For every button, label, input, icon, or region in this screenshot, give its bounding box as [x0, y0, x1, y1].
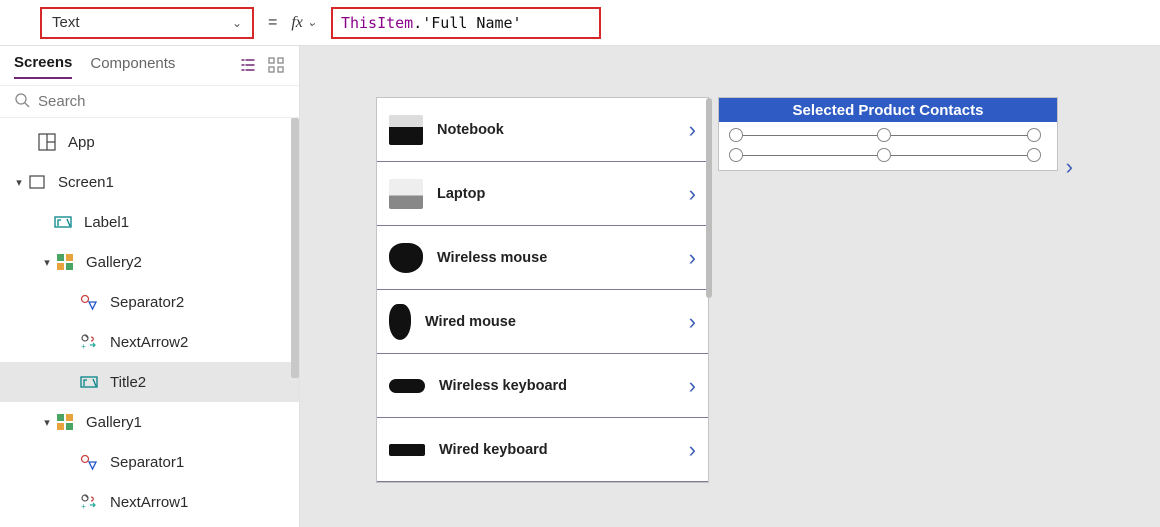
list-view-icon[interactable] — [239, 56, 257, 77]
gallery-row[interactable]: Wired mouse › — [377, 290, 708, 354]
gallery-row[interactable]: Notebook › — [377, 98, 708, 162]
separator-icon — [78, 451, 100, 473]
gallery-scrollbar[interactable] — [706, 98, 712, 482]
tree-item-label: Gallery2 — [86, 254, 142, 271]
nextarrow-icon: + — [78, 331, 100, 353]
chevron-right-icon[interactable]: › — [689, 181, 696, 207]
contacts-template-skeleton: › — [719, 122, 1057, 170]
tree-item-label: App — [68, 134, 95, 151]
product-image-icon — [389, 379, 425, 393]
svg-text:+: + — [81, 342, 86, 351]
chevron-down-icon: ⌄ — [232, 16, 242, 30]
product-label: Wireless mouse — [437, 250, 689, 266]
gallery-contacts[interactable]: Selected Product Contacts › — [718, 97, 1058, 171]
tree-item-label: Title2 — [110, 374, 146, 391]
canvas[interactable]: Notebook › Laptop › Wireless mouse › Wir… — [300, 46, 1160, 527]
tree-item-nextarrow1[interactable]: + NextArrow1 — [0, 482, 299, 522]
separator-icon — [78, 291, 100, 313]
gallery-products[interactable]: Notebook › Laptop › Wireless mouse › Wir… — [376, 97, 709, 483]
chevron-right-icon[interactable]: › — [689, 373, 696, 399]
tree-item-label: NextArrow2 — [110, 334, 188, 351]
product-label: Notebook — [437, 122, 689, 138]
search-icon — [14, 92, 30, 111]
tree-item-gallery1[interactable]: ▾ Gallery1 — [0, 402, 299, 442]
tree-search[interactable] — [0, 85, 299, 118]
tree-item-screen1[interactable]: ▾ Screen1 — [0, 162, 299, 202]
product-label: Laptop — [437, 186, 689, 202]
property-dropdown[interactable]: Text ⌄ — [40, 7, 254, 39]
gallery-icon — [54, 251, 76, 273]
formula-object: ThisItem — [341, 14, 413, 32]
contacts-header: Selected Product Contacts — [719, 98, 1057, 122]
product-image-icon — [389, 444, 425, 456]
tree-item-label: Separator1 — [110, 454, 184, 471]
product-label: Wired keyboard — [439, 442, 689, 458]
fx-label[interactable]: fx ⌄ — [291, 14, 317, 32]
tree-item-title2[interactable]: Title2 — [0, 362, 299, 402]
tree-item-label: NextArrow1 — [110, 494, 188, 511]
tree-item-label: Label1 — [84, 214, 129, 231]
label-icon — [78, 371, 100, 393]
chevron-down-icon[interactable]: ▾ — [40, 416, 54, 429]
tree-item-nextarrow2[interactable]: + NextArrow2 — [0, 322, 299, 362]
product-image-icon — [389, 179, 423, 209]
tree-item-separator1[interactable]: Separator1 — [0, 442, 299, 482]
gallery-row[interactable]: Laptop › — [377, 162, 708, 226]
formula-input[interactable]: ThisItem.'Full Name' — [331, 7, 601, 39]
chevron-right-icon[interactable]: › — [689, 245, 696, 271]
search-input[interactable] — [38, 93, 285, 110]
product-label: Wired mouse — [425, 314, 689, 330]
chevron-right-icon[interactable]: › — [689, 309, 696, 335]
tree-item-label: Separator2 — [110, 294, 184, 311]
tree-view-panel: Screens Components — [0, 46, 300, 527]
chevron-right-icon[interactable]: › — [689, 117, 696, 143]
equals-sign: = — [268, 14, 277, 32]
tree-item-separator2[interactable]: Separator2 — [0, 282, 299, 322]
scrollbar-thumb[interactable] — [706, 98, 712, 298]
tree-item-gallery2[interactable]: ▾ Gallery2 — [0, 242, 299, 282]
svg-text:+: + — [81, 502, 86, 511]
gallery-row[interactable]: Wireless keyboard › — [377, 354, 708, 418]
scrollbar-thumb[interactable] — [291, 118, 299, 378]
chevron-down-icon[interactable]: ▾ — [12, 176, 26, 189]
tab-components[interactable]: Components — [90, 55, 175, 78]
product-image-icon — [389, 115, 423, 145]
nextarrow-icon: + — [78, 491, 100, 513]
chevron-down-icon[interactable]: ▾ — [40, 256, 54, 269]
chevron-right-icon[interactable]: › — [689, 437, 696, 463]
tree-item-label: Screen1 — [58, 174, 114, 191]
gallery-icon — [54, 411, 76, 433]
chevron-right-icon[interactable]: › — [1066, 154, 1073, 180]
label-icon — [52, 211, 74, 233]
screen-icon — [26, 171, 48, 193]
grid-view-icon[interactable] — [267, 56, 285, 77]
tab-screens[interactable]: Screens — [14, 54, 72, 79]
app-icon — [36, 131, 58, 153]
chevron-down-icon: ⌄ — [307, 15, 317, 30]
product-image-icon — [389, 243, 423, 273]
property-dropdown-value: Text — [52, 14, 80, 31]
gallery-row[interactable]: Wired keyboard › — [377, 418, 708, 482]
product-label: Wireless keyboard — [439, 378, 689, 394]
tree-tabs: Screens Components — [0, 46, 299, 79]
tree-view: App ▾ Screen1 Label1 ▾ — [0, 118, 299, 527]
tree-scrollbar[interactable] — [289, 118, 299, 527]
product-image-icon — [389, 304, 411, 340]
tree-item-app[interactable]: App — [0, 122, 299, 162]
tree-item-label: Gallery1 — [86, 414, 142, 431]
tree-item-label1[interactable]: Label1 — [0, 202, 299, 242]
formula-rest: .'Full Name' — [413, 14, 521, 32]
formula-bar: Text ⌄ = fx ⌄ ThisItem.'Full Name' — [0, 0, 1160, 46]
gallery-row[interactable]: Wireless mouse › — [377, 226, 708, 290]
